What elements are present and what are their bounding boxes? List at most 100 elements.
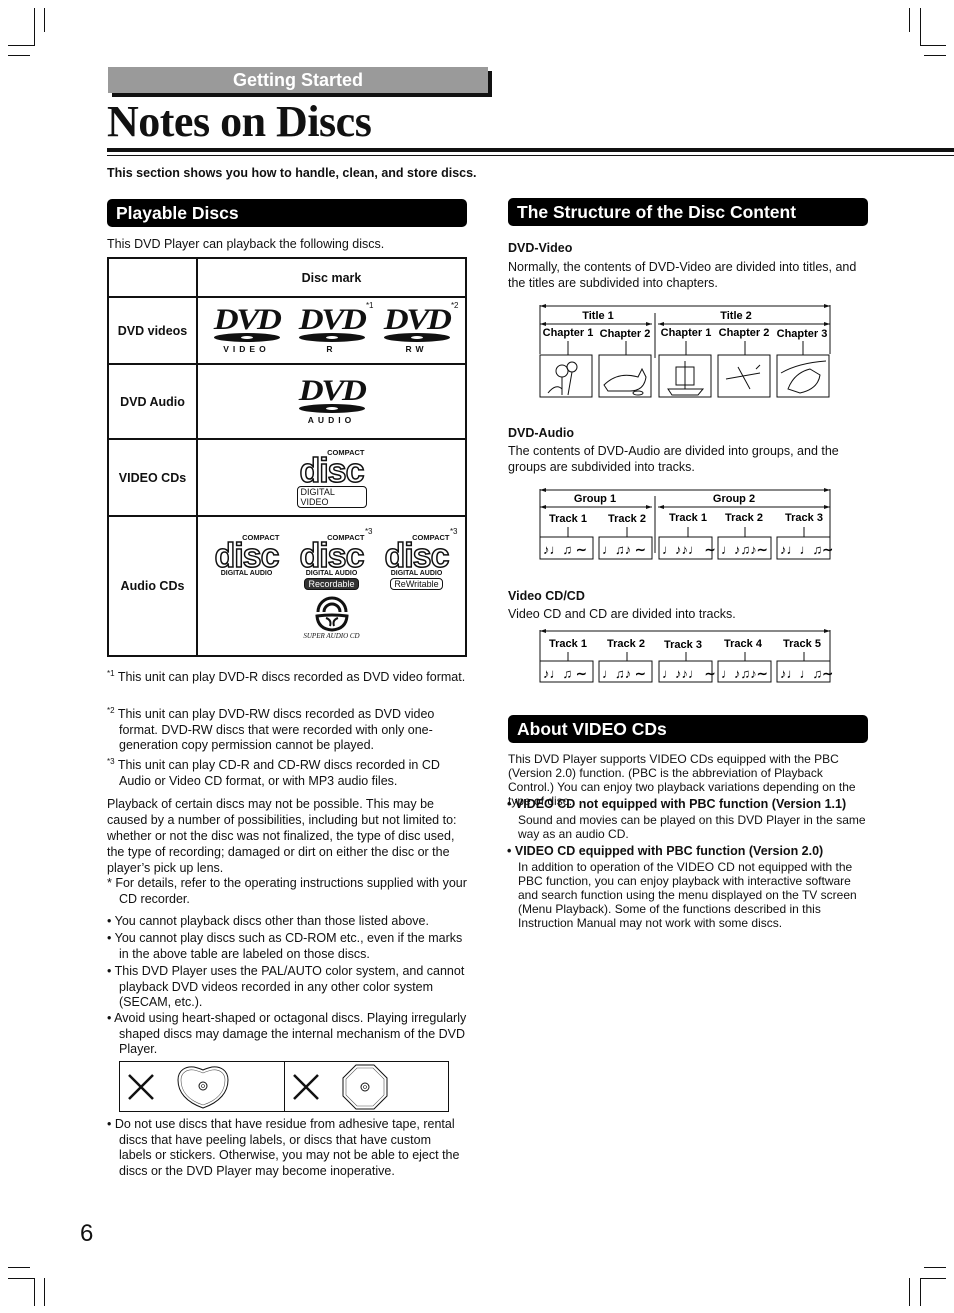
music-notes-icon: ♪♩♫ ∼ — [543, 666, 587, 681]
video-cd-logo: COMPACT disc DIGITAL VIDEO — [296, 448, 367, 508]
cd-digital-audio-logo: COMPACT disc DIGITAL AUDIO — [214, 532, 281, 577]
footnote-2: *2 This unit can play DVD-RW discs recor… — [107, 706, 435, 753]
dvd-video-logo: DVD VIDEO — [213, 303, 282, 354]
cd-recordable-logo: *3 COMPACT disc DIGITAL AUDIO Recordable — [299, 526, 373, 590]
title-label: Title 1 — [582, 310, 614, 322]
title-rule-thin — [107, 155, 954, 156]
vcd-item-body: Sound and movies can be played on this D… — [518, 813, 866, 841]
row-label: DVD videos — [107, 296, 198, 365]
crop-mark — [44, 8, 45, 32]
playable-discs-heading: Playable Discs — [107, 199, 467, 227]
group-label: Group 2 — [713, 493, 755, 505]
music-notes-icon: ♩♪♪♩ ∼ — [662, 666, 716, 681]
asterisk-note: * For details, refer to the operating in… — [107, 876, 467, 906]
crop-mark — [924, 55, 946, 56]
playback-note: Playback of certain discs may not be pos… — [107, 797, 457, 875]
crop-mark — [44, 1278, 45, 1306]
table-row: DVD videos DVD VIDEO *1 DVD R *2 DVD RW — [107, 296, 467, 365]
track-label: Track 2 — [607, 638, 645, 650]
music-notes-icon: ♪♩♩♫∼ — [780, 542, 833, 557]
bullet-item: • You cannot playback discs other than t… — [107, 914, 429, 928]
footnote-1: *1 This unit can play DVD-R discs record… — [107, 669, 466, 685]
dvd-audio-subhead: DVD-Audio — [508, 426, 574, 440]
crop-mark — [909, 8, 910, 32]
structure-heading: The Structure of the Disc Content — [508, 198, 868, 226]
bullet-item: • Do not use discs that have residue fro… — [107, 1117, 460, 1178]
dvd-rw-logo: *2 DVD RW — [383, 301, 459, 354]
dvd-video-diagram: Title 1 Title 2 Chapter 1 Chapter 2 Chap… — [538, 303, 834, 406]
cross-icon — [128, 1073, 154, 1100]
chapter-label: Chapter 1 — [661, 327, 712, 339]
table-row: DVD Audio DVD AUDIO — [107, 363, 467, 440]
music-notes-icon: ♩♪♫♪∼ — [721, 666, 768, 681]
crop-mark — [8, 45, 34, 46]
track-label: Track 4 — [724, 638, 763, 650]
bullet-item: • Avoid using heart-shaped or octagonal … — [107, 1011, 467, 1056]
music-notes-icon: ♪♩♫ ∼ — [543, 542, 587, 557]
disc-table: Disc mark DVD videos DVD VIDEO *1 DVD R *2 D… — [107, 257, 467, 657]
row-label: DVD Audio — [107, 363, 198, 440]
table-corner — [107, 257, 198, 298]
chapter-label: Chapter 1 — [543, 327, 594, 339]
sacd-icon — [314, 596, 349, 632]
crop-mark — [920, 1278, 921, 1306]
super-audio-cd-logo: SUPER AUDIO CD — [204, 596, 459, 640]
row-label: VIDEO CDs — [107, 438, 198, 517]
track-label: Track 3 — [785, 512, 823, 524]
heart-shaped-disc-icon — [177, 1065, 229, 1109]
page-title: Notes on Discs — [107, 97, 372, 146]
table-row: VIDEO CDs COMPACT disc DIGITAL VIDEO — [107, 438, 467, 517]
vcd-item-heading: • VIDEO CD equipped with PBC function (V… — [507, 844, 824, 858]
title-label: Title 2 — [720, 310, 752, 322]
vcd-item-body: In addition to operation of the VIDEO CD… — [518, 860, 857, 930]
crop-mark — [8, 1267, 30, 1268]
video-cd-text: Video CD and CD are divided into tracks. — [508, 607, 736, 621]
table-row: Audio CDs COMPACT disc DIGITAL AUDIO *3 COM… — [107, 515, 467, 657]
disc-marks: DVD VIDEO *1 DVD R *2 DVD RW — [196, 296, 467, 365]
section-tab-label: Getting Started — [232, 70, 363, 90]
chapter-label: Chapter 3 — [777, 328, 828, 340]
column-header: Disc mark — [196, 257, 467, 298]
dvd-video-subhead: DVD-Video — [508, 241, 573, 255]
video-cd-diagram: Track 1 Track 2 Track 3 Track 4 Track 5 … — [538, 628, 834, 691]
crop-mark — [920, 45, 946, 46]
dvd-audio-logo: DVD AUDIO — [298, 374, 367, 425]
crop-mark — [920, 8, 921, 46]
octagonal-disc-icon — [342, 1064, 387, 1109]
track-label: Track 3 — [664, 639, 702, 651]
page-number: 6 — [80, 1220, 94, 1247]
track-label: Track 1 — [549, 513, 587, 525]
crop-mark — [8, 1278, 34, 1279]
dvd-audio-text: The contents of DVD-Audio are divided in… — [508, 444, 839, 474]
music-notes-icon: ♩♫♪ ∼ — [602, 666, 646, 681]
chapter-label: Chapter 2 — [719, 327, 770, 339]
group-label: Group 1 — [574, 493, 616, 505]
crop-mark — [34, 1278, 35, 1306]
bullet-item: • You cannot play discs such as CD-ROM e… — [107, 931, 463, 961]
track-label: Track 5 — [783, 638, 821, 650]
music-notes-icon: ♩♪♪♩ ∼ — [662, 542, 716, 557]
crop-mark — [34, 8, 35, 46]
row-label: Audio CDs — [107, 515, 198, 657]
bullet-item: • This DVD Player uses the PAL/AUTO colo… — [107, 964, 465, 1009]
disc-marks: COMPACT disc DIGITAL VIDEO — [196, 438, 467, 517]
section-tab: Getting Started — [108, 67, 488, 93]
title-rule — [107, 148, 954, 152]
music-notes-icon: ♩♪♫♪∼ — [721, 542, 768, 557]
dvd-audio-diagram: Group 1 Group 2 Track 1 Track 2 Track 1 … — [538, 487, 834, 568]
cross-icon — [292, 1073, 319, 1100]
disc-marks: DVD AUDIO — [196, 363, 467, 440]
dvd-video-text: Normally, the contents of DVD-Video are … — [508, 260, 857, 290]
crop-mark — [8, 55, 30, 56]
track-label: Track 2 — [725, 512, 763, 524]
crop-mark — [920, 1278, 946, 1279]
disc-marks: COMPACT disc DIGITAL AUDIO *3 COMPACT disc DI… — [196, 515, 467, 657]
crop-mark — [909, 1278, 910, 1306]
dvd-r-logo: *1 DVD R — [298, 301, 374, 354]
footnote-3: *3 This unit can play CD-R and CD-RW dis… — [107, 757, 440, 788]
video-cd-subhead: Video CD/CD — [508, 589, 585, 603]
music-notes-icon: ♪♩♩♫∼ — [780, 666, 833, 681]
track-label: Track 2 — [608, 513, 646, 525]
cd-rewritable-logo: *3 COMPACT disc DIGITAL AUDIO ReWritable — [384, 526, 458, 590]
irregular-disc-examples — [119, 1061, 449, 1112]
